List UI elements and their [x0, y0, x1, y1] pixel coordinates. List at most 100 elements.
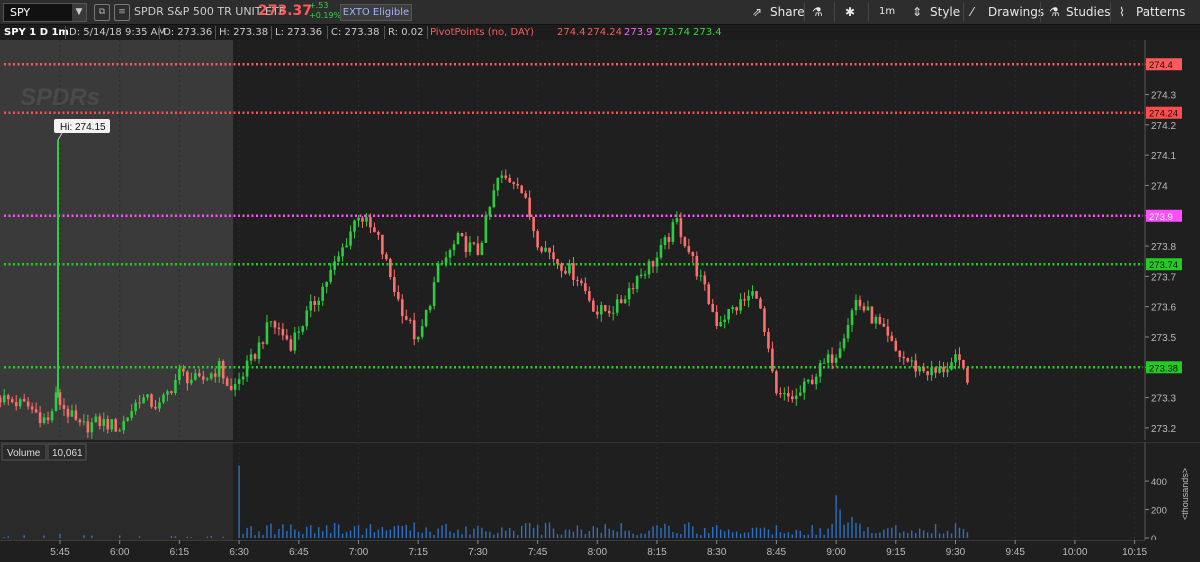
- candle-body: [420, 326, 424, 337]
- share-icon[interactable]: ⇗: [752, 4, 762, 20]
- pencil-icon[interactable]: ⁄: [971, 4, 973, 20]
- volume-bar: [449, 531, 451, 538]
- volume-bar: [170, 535, 173, 538]
- volume-bar: [532, 527, 535, 538]
- candle-body: [560, 263, 563, 271]
- volume-bar: [843, 524, 845, 538]
- symbol-selector[interactable]: SPY ▼: [3, 3, 87, 22]
- pivot-r1-value: 274.24: [587, 27, 622, 38]
- candle-body: [86, 421, 90, 433]
- price-axis-label: 273.6: [1151, 303, 1176, 314]
- candle-body: [548, 247, 551, 253]
- candle-body: [237, 379, 241, 385]
- volume-bar: [524, 523, 527, 538]
- candle-body: [743, 299, 746, 301]
- chevron-down-icon[interactable]: ▼: [72, 4, 86, 21]
- volume-bar: [481, 527, 483, 538]
- volume-bar: [632, 533, 634, 538]
- drawings-button[interactable]: Drawings: [988, 4, 1044, 20]
- style-button[interactable]: Style: [930, 4, 960, 20]
- volume-bar: [839, 509, 841, 538]
- volume-bar: [743, 532, 746, 538]
- volume-bar: [775, 525, 778, 538]
- candle-body: [333, 261, 336, 270]
- price-axis-label: 274: [1151, 181, 1168, 192]
- candle-body: [377, 232, 380, 235]
- time-axis[interactable]: 5:45 6:00 6:15 6:30 6:45 7:00 7:15 7:30 7:45 8:00…: [0, 540, 1200, 562]
- time-tick-label: 8:15: [647, 547, 667, 558]
- study-label[interactable]: PivotPoints (no, DAY): [430, 25, 534, 40]
- time-tick-label: 8:00: [588, 547, 608, 558]
- candle-body: [404, 316, 408, 320]
- volume-bar: [445, 523, 447, 538]
- candle-body: [424, 310, 428, 327]
- patterns-icon[interactable]: ⌇: [1119, 4, 1125, 20]
- volume-bar: [676, 533, 678, 538]
- volume-bar: [803, 534, 805, 538]
- exto-eligible-badge[interactable]: EXTO Eligible: [340, 4, 412, 21]
- volume-chart[interactable]: Volume 10,061 4002000 <thousands>: [0, 442, 1200, 540]
- volume-bar: [206, 536, 208, 538]
- candle-body: [643, 274, 647, 276]
- price-chart[interactable]: SPDRs 274.4274.3274.2274.1274273.9273.82…: [0, 40, 1200, 440]
- candle-body: [739, 299, 742, 311]
- gear-icon[interactable]: ✱: [845, 4, 855, 20]
- candle-body: [70, 410, 74, 417]
- candle-body: [428, 305, 432, 311]
- volume-bar: [883, 529, 885, 538]
- candle-body: [651, 261, 655, 267]
- volume-bar: [306, 526, 308, 538]
- candle-body: [671, 221, 675, 242]
- candle-body: [814, 376, 818, 385]
- pivot-s1-value: 273.74: [655, 27, 690, 38]
- candle-body: [22, 399, 26, 402]
- style-icon[interactable]: ⇕: [912, 4, 922, 20]
- candle-body: [775, 371, 778, 394]
- patterns-button[interactable]: Patterns: [1136, 4, 1185, 20]
- volume-bar: [580, 529, 583, 538]
- candle-body: [926, 371, 929, 376]
- pivot-value-label: 273.38: [1149, 363, 1178, 374]
- candle-body: [512, 182, 516, 185]
- candle-body: [882, 323, 886, 327]
- volume-bar: [719, 529, 722, 538]
- symbol-input[interactable]: SPY: [10, 6, 30, 19]
- candle-body: [627, 288, 631, 300]
- volume-bar: [572, 531, 575, 538]
- candle-body: [436, 263, 440, 283]
- volume-bar: [827, 528, 829, 538]
- volume-bar: [871, 533, 873, 538]
- candle-body: [850, 310, 854, 325]
- volume-bar: [437, 528, 439, 538]
- toolbar-divider: [1040, 2, 1041, 22]
- candle-body: [679, 218, 683, 238]
- volume-bar: [365, 528, 368, 538]
- share-button[interactable]: Share: [770, 4, 805, 20]
- candle-body: [269, 321, 273, 323]
- menu-icon[interactable]: ≡: [114, 4, 130, 21]
- candle-body: [452, 244, 456, 251]
- volume-bar: [349, 530, 352, 538]
- candle-body: [245, 360, 249, 377]
- candle-body: [389, 259, 392, 277]
- volume-bar: [966, 532, 969, 538]
- timeframe-button[interactable]: 1m: [879, 4, 895, 20]
- candle-body: [687, 246, 691, 253]
- candle-body: [257, 342, 261, 359]
- volume-bar: [656, 525, 658, 538]
- candle-body: [480, 242, 484, 255]
- flask-icon[interactable]: ⚗: [812, 4, 823, 20]
- volume-bar: [361, 534, 364, 538]
- toolbar-divider: [963, 2, 964, 22]
- volume-bar: [417, 531, 419, 538]
- volume-bar: [493, 534, 495, 538]
- candle-body: [894, 340, 898, 351]
- volume-bar: [325, 525, 328, 538]
- volume-bar: [564, 529, 567, 538]
- candle-body: [281, 328, 285, 336]
- link-icon[interactable]: ⧉: [94, 4, 110, 21]
- open-readout: O: 273.36: [163, 27, 213, 38]
- volume-bar: [401, 525, 403, 538]
- flask-icon[interactable]: ⚗: [1049, 4, 1060, 20]
- studies-button[interactable]: Studies: [1066, 4, 1111, 20]
